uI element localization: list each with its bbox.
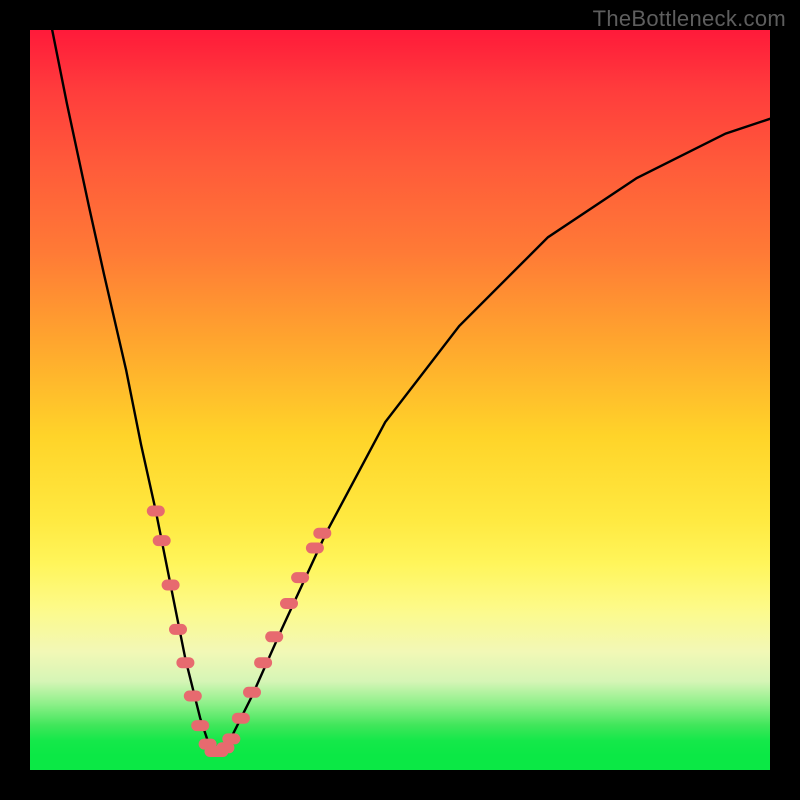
curve-marker: [254, 657, 272, 668]
curve-marker: [147, 506, 165, 517]
curve-marker: [153, 535, 171, 546]
chart-frame: TheBottleneck.com: [0, 0, 800, 800]
curve-marker: [176, 657, 194, 668]
curve-marker: [184, 691, 202, 702]
curve-marker: [232, 713, 250, 724]
curve-marker: [291, 572, 309, 583]
curve-svg: [30, 30, 770, 770]
curve-marker: [191, 720, 209, 731]
plot-area: [30, 30, 770, 770]
curve-marker: [162, 580, 180, 591]
curve-marker: [313, 528, 331, 539]
curve-markers: [147, 506, 331, 758]
curve-marker: [265, 631, 283, 642]
curve-marker: [306, 543, 324, 554]
watermark-text: TheBottleneck.com: [593, 6, 786, 32]
curve-marker: [280, 598, 298, 609]
bottleneck-curve: [52, 30, 770, 752]
curve-marker: [243, 687, 261, 698]
curve-marker: [222, 733, 240, 744]
curve-marker: [169, 624, 187, 635]
